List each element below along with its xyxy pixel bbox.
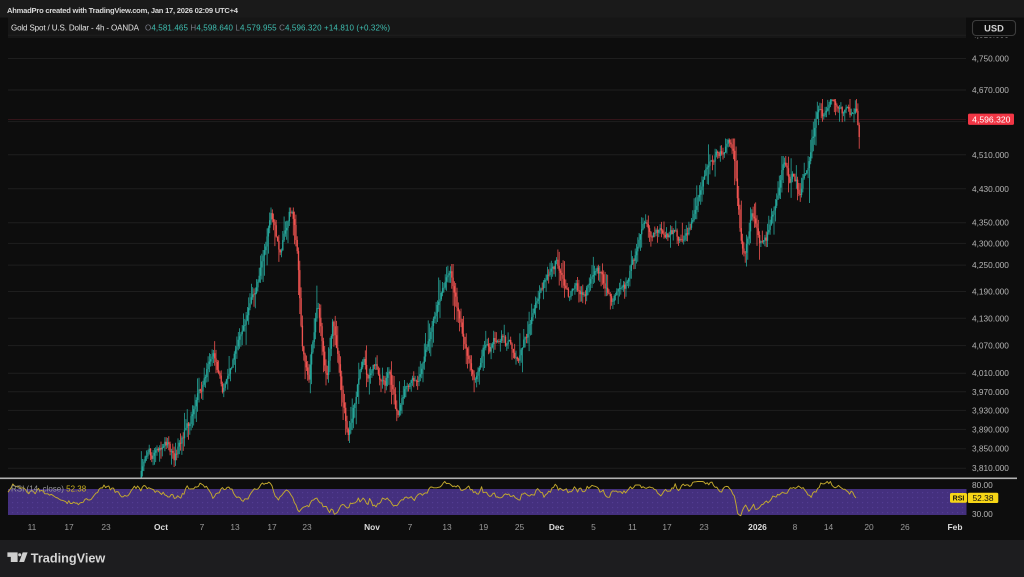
svg-text:25: 25	[515, 522, 525, 532]
svg-text:3,970.000: 3,970.000	[972, 387, 1009, 397]
svg-text:26: 26	[900, 522, 910, 532]
svg-text:Feb: Feb	[948, 522, 963, 532]
svg-text:20: 20	[864, 522, 874, 532]
svg-text:2026: 2026	[748, 522, 767, 532]
svg-text:AhmadPro created with TradingV: AhmadPro created with TradingView.com, J…	[7, 6, 239, 15]
svg-text:4,070.000: 4,070.000	[972, 341, 1009, 351]
svg-text:17: 17	[662, 522, 672, 532]
svg-text:4,750.000: 4,750.000	[972, 54, 1009, 64]
svg-text:O4,581.465 H4,598.640 L4,579.9: O4,581.465 H4,598.640 L4,579.955 C4,596.…	[145, 24, 390, 33]
svg-text:19: 19	[479, 522, 489, 532]
svg-text:USD: USD	[984, 24, 1004, 34]
svg-text:8: 8	[793, 522, 798, 532]
svg-text:17: 17	[267, 522, 277, 532]
svg-text:11: 11	[28, 522, 37, 532]
svg-text:7: 7	[408, 522, 413, 532]
svg-text:4,130.000: 4,130.000	[972, 313, 1009, 323]
svg-text:23: 23	[699, 522, 709, 532]
svg-text:4,350.000: 4,350.000	[972, 218, 1009, 228]
svg-text:23: 23	[101, 522, 111, 532]
svg-text:80.00: 80.00	[972, 480, 993, 490]
svg-text:Nov: Nov	[364, 522, 380, 532]
svg-text:13: 13	[230, 522, 240, 532]
svg-text:4,300.000: 4,300.000	[972, 238, 1009, 248]
svg-text:5: 5	[591, 522, 596, 532]
svg-text:4,430.000: 4,430.000	[972, 184, 1009, 194]
svg-text:52.38: 52.38	[973, 493, 994, 503]
svg-text:RSI: RSI	[953, 495, 965, 502]
svg-text:4,596.320: 4,596.320	[972, 114, 1010, 124]
svg-text:RSI (14, close) 52.38: RSI (14, close) 52.38	[11, 485, 87, 494]
svg-text:23: 23	[302, 522, 312, 532]
svg-text:13: 13	[442, 522, 452, 532]
svg-text:30.00: 30.00	[972, 509, 993, 519]
svg-text:4,250.000: 4,250.000	[972, 260, 1009, 270]
svg-text:Gold Spot / U.S. Dollar - 4h -: Gold Spot / U.S. Dollar - 4h - OANDA	[11, 24, 140, 33]
svg-text:11: 11	[628, 522, 637, 532]
svg-text:Oct: Oct	[154, 522, 168, 532]
svg-text:Dec: Dec	[549, 522, 565, 532]
svg-text:14: 14	[824, 522, 834, 532]
svg-text:17: 17	[64, 522, 74, 532]
svg-text:4,190.000: 4,190.000	[972, 287, 1009, 297]
svg-text:7: 7	[200, 522, 205, 532]
svg-text:4,010.000: 4,010.000	[972, 368, 1009, 378]
svg-text:3,850.000: 3,850.000	[972, 444, 1009, 454]
svg-text:TradingView: TradingView	[31, 551, 106, 565]
svg-text:4,510.000: 4,510.000	[972, 150, 1009, 160]
svg-text:3,810.000: 3,810.000	[972, 463, 1009, 473]
svg-text:3,930.000: 3,930.000	[972, 405, 1009, 415]
svg-text:4,670.000: 4,670.000	[972, 85, 1009, 95]
svg-text:3,890.000: 3,890.000	[972, 424, 1009, 434]
